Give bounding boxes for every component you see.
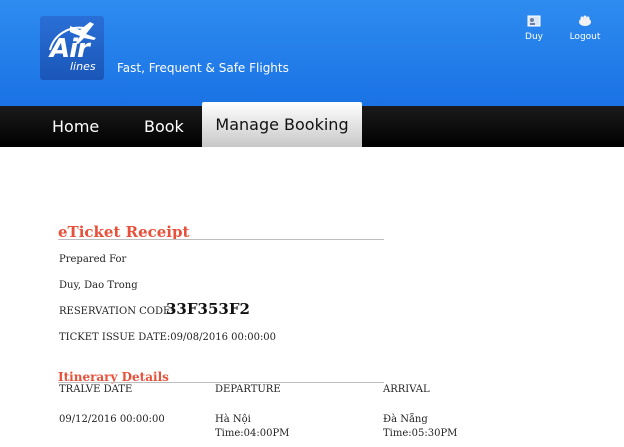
column-header-departure: DEPARTURE: [215, 384, 281, 395]
departure-city: Hà Nội: [215, 414, 251, 425]
column-header-arrival: ARRIVAL: [383, 384, 430, 395]
arrival-time: Time:05:30PM: [383, 428, 458, 439]
reservation-code: 33F353F2: [166, 300, 250, 318]
departure-time: Time:04:00PM: [215, 428, 290, 439]
main-nav: Home Book Manage Booking: [0, 102, 624, 147]
prepared-for-label: Prepared For: [59, 254, 127, 265]
nav-book[interactable]: Book: [144, 106, 184, 147]
travel-date: 09/12/2016 00:00:00: [59, 414, 165, 425]
user-name: Duy: [525, 32, 543, 42]
passenger-name: Duy, Dao Trong: [59, 280, 138, 291]
logout-link[interactable]: Logout: [560, 14, 610, 42]
logout-label: Logout: [569, 32, 601, 42]
logout-icon: [579, 15, 591, 26]
nav-home[interactable]: Home: [52, 106, 99, 147]
header-banner: Air lines Fast, Frequent & Safe Flights …: [0, 0, 624, 106]
tagline: Fast, Frequent & Safe Flights: [117, 61, 289, 75]
arrival-city: Đà Nẵng: [383, 414, 428, 425]
column-header-travel-date: TRALVE DATE: [59, 384, 133, 395]
divider: [58, 239, 384, 240]
airlines-logo[interactable]: Air lines: [40, 16, 104, 80]
reservation-code-label: RESERVATION CODE:: [59, 306, 174, 317]
divider: [58, 382, 384, 383]
nav-manage-booking[interactable]: Manage Booking: [202, 102, 362, 147]
ticket-issue-date: TICKET ISSUE DATE:09/08/2016 00:00:00: [59, 332, 277, 343]
user-icon: [527, 15, 541, 27]
logo-subtext: lines: [70, 60, 96, 73]
user-profile-link[interactable]: Duy: [509, 14, 559, 42]
